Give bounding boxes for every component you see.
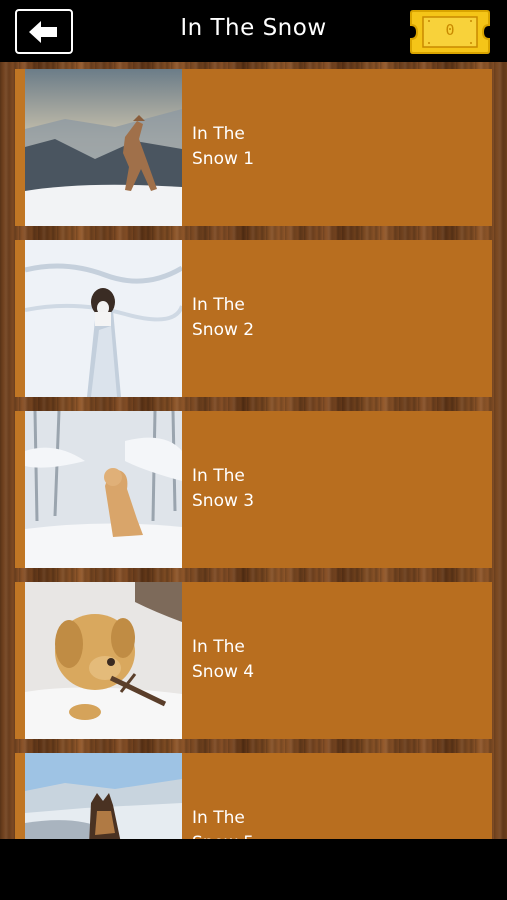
list-item[interactable]: In The Snow 4 bbox=[15, 582, 492, 739]
thumbnail-image bbox=[25, 69, 182, 226]
item-label: In The Snow 2 bbox=[192, 295, 255, 340]
list-item[interactable]: In The Snow 2 bbox=[15, 240, 492, 397]
list-item[interactable]: In The Snow 3 bbox=[15, 411, 492, 568]
level-list[interactable]: In The Snow 1 In The Snow 2 In The Snow … bbox=[0, 62, 507, 839]
item-label: In The Snow 1 bbox=[192, 124, 255, 169]
item-label: In The Snow 5 bbox=[192, 808, 254, 839]
header-bar: In The Snow 0 bbox=[0, 0, 507, 62]
thumbnail-image bbox=[25, 240, 182, 397]
list-item[interactable]: In The Snow 1 bbox=[15, 69, 492, 226]
item-label: In The Snow 3 bbox=[192, 466, 255, 511]
bottom-bar bbox=[0, 839, 507, 900]
list-item[interactable]: In The Snow 5 bbox=[15, 753, 492, 839]
thumbnail-image bbox=[25, 753, 182, 839]
thumbnail-image bbox=[25, 411, 182, 568]
thumbnail-image bbox=[25, 582, 182, 739]
ticket-count: 0 bbox=[445, 21, 455, 39]
ticket-counter-button[interactable]: 0 bbox=[409, 9, 491, 55]
item-label: In The Snow 4 bbox=[192, 637, 255, 682]
